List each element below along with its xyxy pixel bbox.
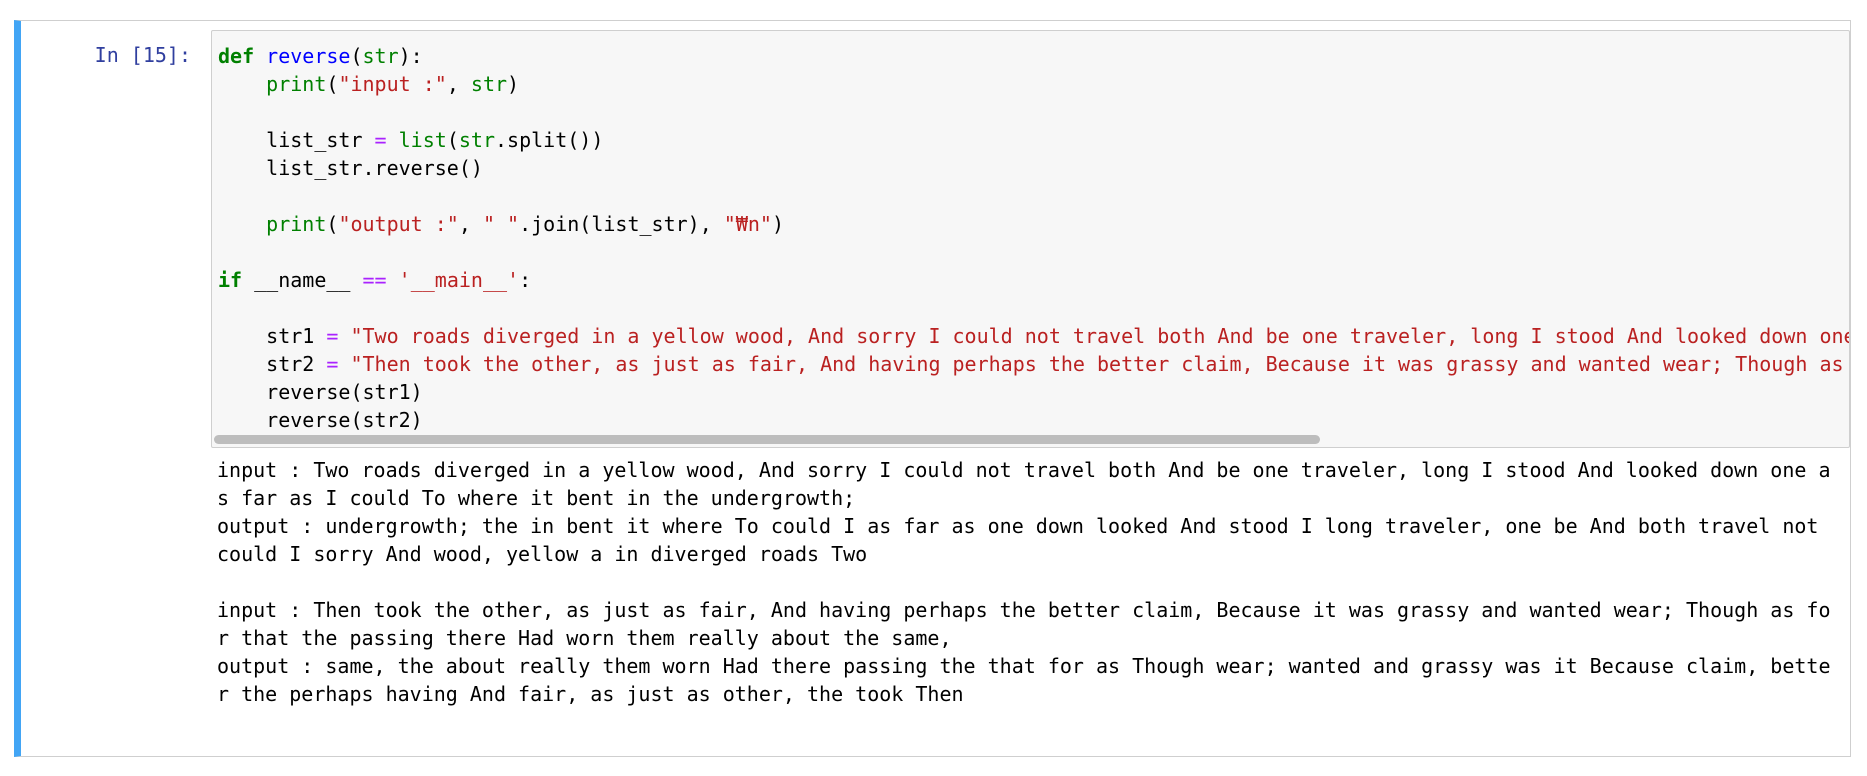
code-token: "output :" — [338, 212, 459, 236]
horizontal-scrollbar[interactable] — [214, 435, 1320, 444]
code-line: str1 = "Two roads diverged in a yellow w… — [218, 322, 1849, 350]
code-token: ( — [350, 44, 363, 68]
code-token: == — [362, 268, 387, 292]
code-token: str — [470, 72, 508, 96]
code-token: list_str.reverse() — [218, 156, 483, 180]
code-token: ) — [771, 212, 784, 236]
code-token: if — [218, 268, 243, 292]
code-line: def reverse(str): — [218, 42, 1849, 70]
output-line: r that the passing there Had worn them r… — [217, 626, 952, 650]
code-token: __name__ — [242, 268, 363, 292]
code-line: reverse(str1) — [218, 378, 1849, 406]
code-token: '__main__' — [398, 268, 520, 292]
code-token: "input :" — [338, 72, 447, 96]
output-line: input : Two roads diverged in a yellow w… — [217, 458, 1831, 482]
code-token: ( — [326, 72, 339, 96]
code-token: def — [218, 44, 255, 68]
output-line: input : Then took the other, as just as … — [217, 598, 1831, 622]
code-token: print — [266, 72, 327, 96]
output-line: s far as I could To where it bent in the… — [217, 486, 856, 510]
code-line: print("input :", str) — [218, 70, 1849, 98]
code-token: .split()) — [494, 128, 604, 152]
code-token: : — [519, 268, 532, 292]
code-content[interactable]: def reverse(str): print("input :", str) … — [212, 31, 1849, 434]
code-token: "Then took the other, as just as fair, A… — [350, 352, 1844, 376]
code-token: ): — [398, 44, 423, 68]
code-token: ( — [326, 212, 339, 236]
code-token: str2 — [218, 352, 327, 376]
input-prompt: In [15]: — [94, 43, 191, 67]
code-token: = — [326, 324, 339, 348]
output-line: r the perhaps having And fair, as just a… — [217, 682, 964, 706]
code-token: ( — [446, 128, 459, 152]
code-token: str — [362, 44, 399, 68]
code-token: list — [398, 128, 447, 152]
code-line: list_str = list(str.split()) — [218, 126, 1849, 154]
code-token: , — [446, 72, 471, 96]
code-line: list_str.reverse() — [218, 154, 1849, 182]
output-line: output : undergrowth; the in bent it whe… — [217, 514, 1819, 538]
code-token: reverse(str1) — [218, 380, 423, 404]
code-token: reverse(str2) — [218, 408, 423, 432]
code-token: " " — [482, 212, 520, 236]
code-line: if __name__ == '__main__': — [218, 266, 1849, 294]
cell-output: input : Two roads diverged in a yellow w… — [217, 456, 1847, 708]
code-token: = — [374, 128, 387, 152]
code-cell[interactable]: In [15]: def reverse(str): print("input … — [14, 20, 1851, 757]
code-line: str2 = "Then took the other, as just as … — [218, 350, 1849, 378]
code-token: "₩n" — [723, 212, 772, 236]
output-line: could I sorry And wood, yellow a in dive… — [217, 542, 868, 566]
code-token: .join(list_str), — [519, 212, 724, 236]
code-token: reverse — [266, 44, 351, 68]
code-token: list_str — [218, 128, 375, 152]
code-token: print — [266, 212, 327, 236]
code-token: "Two roads diverged in a yellow wood, An… — [350, 324, 1850, 348]
output-line: output : same, the about really them wor… — [217, 654, 1831, 678]
code-token: , — [458, 212, 483, 236]
code-line: print("output :", " ".join(list_str), "₩… — [218, 210, 1849, 238]
code-token: str — [458, 128, 495, 152]
code-line: reverse(str2) — [218, 406, 1849, 434]
code-editor[interactable]: def reverse(str): print("input :", str) … — [211, 30, 1850, 448]
code-token: str1 — [218, 324, 327, 348]
code-token: = — [326, 352, 339, 376]
code-token: ) — [507, 72, 520, 96]
